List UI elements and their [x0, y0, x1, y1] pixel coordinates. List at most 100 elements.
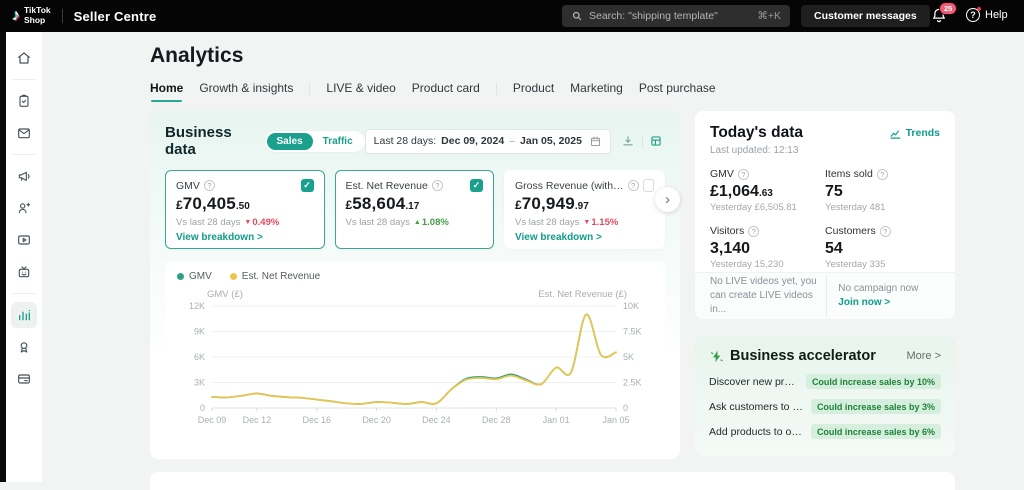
- metric-card-gmv[interactable]: GMV ? ✓ £70,405.50 Vs last 28 days ▼0.49…: [165, 170, 325, 249]
- campaign-notice: No campaign now Join now >: [827, 282, 918, 310]
- svg-text:Dec 24: Dec 24: [422, 415, 451, 425]
- join-now-link[interactable]: Join now >: [838, 296, 918, 310]
- page-title: Analytics: [150, 44, 955, 68]
- sidebar-item-rewards[interactable]: [11, 334, 37, 360]
- accelerator-item[interactable]: Ask customers to review y... Could incre…: [709, 399, 941, 414]
- sidebar-item-home[interactable]: [11, 45, 37, 71]
- export-table-button[interactable]: [647, 131, 665, 151]
- sidebar-divider: [13, 293, 35, 294]
- header-divider: [62, 9, 63, 23]
- legend-gmv[interactable]: GMV: [177, 271, 212, 282]
- search-input[interactable]: Search: "shipping template" ⌘+K: [562, 5, 790, 27]
- accelerator-more-link[interactable]: More >: [906, 350, 941, 362]
- gmv-view-breakdown-link[interactable]: View breakdown >: [176, 232, 314, 243]
- today-card-footer: No LIVE videos yet, you can create LIVE …: [695, 272, 955, 319]
- sidebar-item-messages[interactable]: [11, 120, 37, 146]
- accelerator-item[interactable]: Add products to open affil... Could incr…: [709, 424, 941, 439]
- sidebar-item-orders[interactable]: [11, 88, 37, 114]
- tiktok-shop-logo[interactable]: ♪ TikTok Shop: [12, 6, 51, 26]
- mail-icon: [16, 125, 32, 141]
- question-circle-icon[interactable]: ?: [738, 169, 749, 180]
- help-button[interactable]: ? Help: [966, 8, 1008, 22]
- gross-revenue-change: ▼1.15%: [583, 217, 618, 228]
- metric-card-gross-revenue[interactable]: Gross Revenue (with plat... ? £70,949.97…: [504, 170, 665, 249]
- business-data-card: Business data Sales Traffic Last 28 days…: [150, 111, 680, 459]
- help-label: Help: [985, 9, 1008, 21]
- megaphone-icon: [16, 168, 32, 184]
- svg-text:12K: 12K: [189, 301, 205, 311]
- question-circle-icon[interactable]: ?: [880, 226, 891, 237]
- trends-link[interactable]: Trends: [889, 127, 940, 140]
- sidebar-item-affiliate[interactable]: [11, 195, 37, 221]
- svg-text:Dec 09: Dec 09: [198, 415, 227, 425]
- search-icon: [571, 10, 583, 22]
- tab-post-purchase[interactable]: Post purchase: [639, 81, 716, 102]
- today-stats: GMV? £1,064.63 Yesterday £6,505.81 Items…: [710, 168, 940, 270]
- trends-icon: [889, 127, 902, 140]
- stat-items-sold: Items sold? 75 Yesterday 481: [825, 168, 940, 213]
- svg-text:Jan 05: Jan 05: [602, 415, 629, 425]
- download-icon: [621, 134, 635, 148]
- sidebar-divider: [13, 154, 35, 155]
- question-circle-icon[interactable]: ?: [877, 169, 888, 180]
- svg-text:Dec 12: Dec 12: [243, 415, 272, 425]
- customer-messages-button[interactable]: Customer messages: [801, 5, 930, 27]
- svg-text:Dec 28: Dec 28: [482, 415, 511, 425]
- search-placeholder: Search: "shipping template": [589, 10, 718, 22]
- help-notification-dot: [977, 7, 981, 11]
- sidebar-item-marketing[interactable]: [11, 163, 37, 189]
- tab-marketing[interactable]: Marketing: [570, 81, 623, 102]
- download-button[interactable]: [619, 131, 637, 151]
- metric-card-est-net-revenue[interactable]: Est. Net Revenue ? ✓ £58,604.17 Vs last …: [335, 170, 495, 249]
- question-circle-icon[interactable]: ?: [748, 226, 759, 237]
- est-net-revenue-checkbox[interactable]: ✓: [470, 179, 483, 192]
- sidebar-item-finance[interactable]: [11, 366, 37, 392]
- stat-customers: Customers? 54 Yesterday 335: [825, 225, 940, 270]
- tab-product-card[interactable]: Product card: [412, 81, 480, 102]
- main-content: Analytics Home Growth & insights LIVE & …: [150, 44, 955, 490]
- sidebar-item-content[interactable]: [11, 227, 37, 253]
- right-column: Today's data Trends Last updated: 12:13 …: [695, 111, 955, 459]
- metric-scroll-right-button[interactable]: ›: [655, 187, 680, 212]
- sales-traffic-toggle: Sales Traffic: [265, 131, 365, 152]
- svg-text:2.5K: 2.5K: [623, 378, 642, 388]
- gross-revenue-view-breakdown-link[interactable]: View breakdown >: [515, 232, 654, 243]
- home-icon: [16, 50, 32, 66]
- tab-divider: [496, 83, 497, 95]
- line-chart[interactable]: 003K2.5K6K5K9K7.5K12K10KDec 09Dec 12Dec …: [177, 296, 653, 442]
- date-range-picker[interactable]: Last 28 days: Dec 09, 2024 – Jan 05, 202…: [365, 129, 611, 154]
- stat-gmv: GMV? £1,064.63 Yesterday £6,505.81: [710, 168, 825, 213]
- accelerator-spark-icon: [709, 349, 724, 364]
- svg-text:0: 0: [623, 403, 628, 413]
- logo-text: TikTok Shop: [24, 6, 51, 26]
- sales-increase-badge: Could increase sales by 6%: [811, 424, 941, 439]
- legend-est-net-revenue[interactable]: Est. Net Revenue: [230, 271, 320, 282]
- todays-data-title: Today's data: [710, 124, 803, 142]
- next-section-card-edge: [150, 472, 955, 490]
- business-data-title: Business data: [165, 124, 255, 158]
- toggle-traffic[interactable]: Traffic: [313, 133, 363, 150]
- toggle-sales[interactable]: Sales: [267, 133, 313, 150]
- gmv-checkbox[interactable]: ✓: [301, 179, 314, 192]
- svg-text:9K: 9K: [194, 327, 205, 337]
- date-end: Jan 05, 2025: [520, 135, 582, 147]
- question-circle-icon[interactable]: ?: [204, 180, 215, 191]
- gmv-change: ▼0.49%: [244, 217, 279, 228]
- accelerator-item[interactable]: Discover new product op... Could increas…: [709, 374, 941, 389]
- tab-growth-insights[interactable]: Growth & insights: [199, 81, 293, 102]
- notifications-button[interactable]: 25: [930, 6, 952, 28]
- gross-revenue-checkbox[interactable]: [643, 179, 654, 192]
- tab-product[interactable]: Product: [513, 81, 554, 102]
- left-axis-label: GMV (£): [207, 289, 243, 300]
- question-circle-icon[interactable]: ?: [628, 180, 639, 191]
- sidebar-item-analytics[interactable]: [11, 302, 37, 328]
- tab-home[interactable]: Home: [150, 81, 183, 102]
- right-axis-label: Est. Net Revenue (£): [538, 289, 627, 300]
- sidebar-item-live[interactable]: [11, 259, 37, 285]
- tab-live-video[interactable]: LIVE & video: [326, 81, 395, 102]
- svg-text:0: 0: [200, 403, 205, 413]
- question-circle-icon[interactable]: ?: [432, 180, 443, 191]
- date-start: Dec 09, 2024: [441, 135, 504, 147]
- est-net-revenue-value: £58,604.17: [346, 195, 484, 214]
- last-updated: Last updated: 12:13: [710, 145, 940, 156]
